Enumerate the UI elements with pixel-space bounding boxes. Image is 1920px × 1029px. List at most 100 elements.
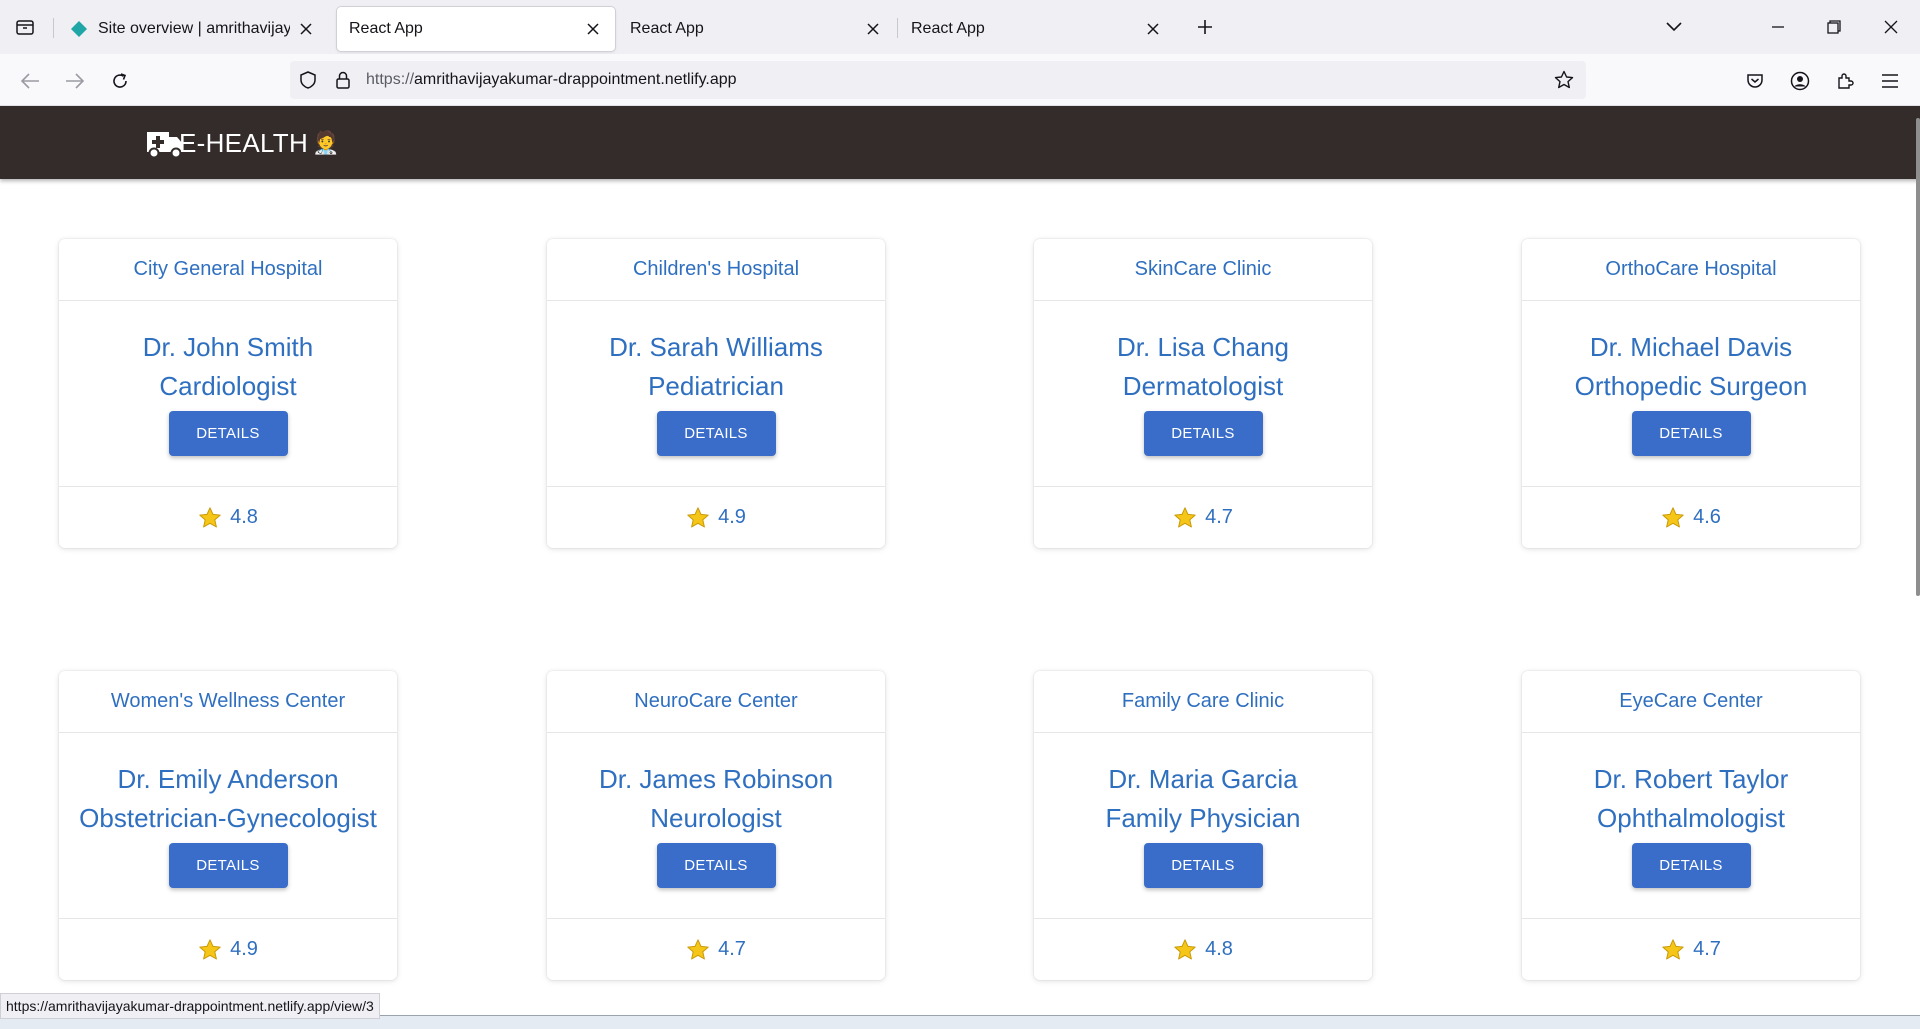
tab-react-app-3[interactable]: React App — [899, 7, 1175, 51]
pocket-icon[interactable] — [1741, 67, 1769, 95]
page-scrollbar[interactable] — [1916, 118, 1920, 596]
extensions-puzzle-icon[interactable] — [1831, 67, 1859, 95]
tab-title: React App — [911, 20, 985, 37]
minimize-window-icon[interactable] — [1763, 12, 1793, 42]
card-body: Dr. Emily Anderson Obstetrician-Gynecolog… — [59, 733, 397, 918]
star-icon — [198, 506, 222, 530]
doctor-name: Dr. Robert Taylor — [1593, 764, 1789, 794]
details-button[interactable]: DETAILS — [1143, 411, 1263, 456]
close-tab-icon[interactable] — [583, 19, 603, 39]
url-text[interactable]: https://amrithavijayakumar-drappointment… — [366, 71, 737, 89]
close-tab-icon[interactable] — [863, 19, 883, 39]
hospital-name: City General Hospital — [59, 239, 397, 301]
card-footer: 4.9 — [547, 486, 885, 548]
star-icon — [1661, 506, 1685, 530]
doctor-rating: 4.8 — [230, 506, 258, 528]
doctor-name: Dr. James Robinson — [598, 764, 834, 794]
card-footer: 4.9 — [59, 918, 397, 980]
doctor-name: Dr. Emily Anderson — [117, 764, 339, 794]
doctor-card: NeuroCare Center Dr. James Robinson Neurol… — [547, 671, 885, 980]
back-arrow-icon[interactable] — [16, 67, 44, 95]
doctor-card: Women's Wellness Center Dr. Emily Anderso… — [59, 671, 397, 980]
card-footer: 4.8 — [59, 486, 397, 548]
hospital-name: Women's Wellness Center — [59, 671, 397, 733]
tab-separator — [53, 18, 54, 38]
card-body: Dr. James Robinson Neurologist DETAILS — [547, 733, 885, 918]
doctor-name: Dr. Sarah Williams — [609, 332, 823, 362]
address-bar[interactable]: https://amrithavijayakumar-drappointment… — [290, 61, 1586, 99]
tab-separator — [897, 18, 898, 38]
doctor-name: Dr. John Smith — [142, 332, 314, 362]
doctor-rating: 4.7 — [1205, 506, 1233, 528]
list-all-tabs-chevron-down-icon[interactable] — [1659, 12, 1689, 42]
tab-title: Site overview | amrithavijayakumar — [98, 20, 290, 37]
card-body: Dr. Lisa Chang Dermatologist DETAILS — [1034, 301, 1372, 486]
doctor-card: OrthoCare Hospital Dr. Michael Davis Ortho… — [1522, 239, 1860, 548]
doctor-specialty: Obstetrician-Gynecologist — [79, 803, 377, 833]
url-protocol: https:// — [366, 71, 415, 88]
star-icon — [686, 506, 710, 530]
doctor-specialty: Dermatologist — [1122, 371, 1284, 401]
doctor-specialty: Cardiologist — [159, 371, 297, 401]
doctor-rating: 4.9 — [718, 506, 746, 528]
card-footer: 4.8 — [1034, 918, 1372, 980]
tab-site-overview[interactable]: Site overview | amrithavijayakumar — [58, 7, 328, 51]
browser-nav-bar: https://amrithavijayakumar-drappointment… — [0, 54, 1920, 106]
doctor-rating: 4.7 — [1693, 938, 1721, 960]
restore-window-icon[interactable] — [1819, 12, 1849, 42]
doctor-specialty: Pediatrician — [648, 371, 784, 401]
doctor-specialty: Neurologist — [650, 803, 782, 833]
lock-icon[interactable] — [333, 70, 353, 90]
details-button[interactable]: DETAILS — [1631, 843, 1751, 888]
doctor-card: SkinCare Clinic Dr. Lisa Chang Dermatologi… — [1034, 239, 1372, 548]
card-footer: 4.6 — [1522, 486, 1860, 548]
details-button[interactable]: DETAILS — [656, 843, 776, 888]
doctor-name: Dr. Lisa Chang — [1117, 332, 1289, 362]
new-tab-plus-icon[interactable] — [1192, 14, 1218, 40]
tracking-protection-shield-icon[interactable] — [298, 70, 318, 90]
close-window-icon[interactable] — [1876, 12, 1906, 42]
star-icon — [1661, 938, 1685, 962]
details-button[interactable]: DETAILS — [168, 411, 288, 456]
web-page-content: E-HEALTH 🧑‍⚕️ City General Hospital Dr. J… — [0, 106, 1920, 1029]
tab-list-icon[interactable] — [12, 14, 38, 40]
netlify-favicon-icon — [70, 20, 88, 38]
hospital-name: SkinCare Clinic — [1034, 239, 1372, 301]
browser-tab-bar: Site overview | amrithavijayakumar React… — [0, 0, 1920, 54]
details-button[interactable]: DETAILS — [1143, 843, 1263, 888]
details-button[interactable]: DETAILS — [656, 411, 776, 456]
doctor-name: Dr. Michael Davis — [1589, 332, 1793, 362]
link-status-bar: https://amrithavijayakumar-drappointment… — [0, 993, 380, 1019]
tab-react-app-active[interactable]: React App — [337, 7, 615, 51]
details-button[interactable]: DETAILS — [1631, 411, 1751, 456]
card-footer: 4.7 — [1034, 486, 1372, 548]
doctor-rating: 4.7 — [718, 938, 746, 960]
account-avatar-icon[interactable] — [1786, 67, 1814, 95]
app-menu-hamburger-icon[interactable] — [1876, 67, 1904, 95]
doctor-card: Family Care Clinic Dr. Maria Garcia Family… — [1034, 671, 1372, 980]
details-button[interactable]: DETAILS — [168, 843, 288, 888]
card-body: Dr. Robert Taylor Ophthalmologist DETAILS — [1522, 733, 1860, 918]
reload-icon[interactable] — [106, 67, 134, 95]
star-icon — [1173, 938, 1197, 962]
close-tab-icon[interactable] — [1143, 19, 1163, 39]
doctor-rating: 4.6 — [1693, 506, 1721, 528]
doctor-specialty: Ophthalmologist — [1597, 803, 1785, 833]
doctor-specialty: Family Physician — [1105, 803, 1301, 833]
tab-react-app-2[interactable]: React App — [618, 7, 895, 51]
tab-title: React App — [630, 20, 704, 37]
card-footer: 4.7 — [1522, 918, 1860, 980]
card-body: Dr. Sarah Williams Pediatrician DETAILS — [547, 301, 885, 486]
doctor-card: Children's Hospital Dr. Sarah Williams Ped… — [547, 239, 885, 548]
doctor-card: City General Hospital Dr. John Smith Cardi… — [59, 239, 397, 548]
card-body: Dr. John Smith Cardiologist DETAILS — [59, 301, 397, 486]
hospital-name: Family Care Clinic — [1034, 671, 1372, 733]
bookmark-star-icon[interactable] — [1554, 70, 1574, 90]
hospital-name: Children's Hospital — [547, 239, 885, 301]
forward-arrow-icon[interactable] — [61, 67, 89, 95]
card-footer: 4.7 — [547, 918, 885, 980]
doctor-name: Dr. Maria Garcia — [1108, 764, 1298, 794]
star-icon — [686, 938, 710, 962]
hospital-name: OrthoCare Hospital — [1522, 239, 1860, 301]
close-tab-icon[interactable] — [296, 19, 316, 39]
